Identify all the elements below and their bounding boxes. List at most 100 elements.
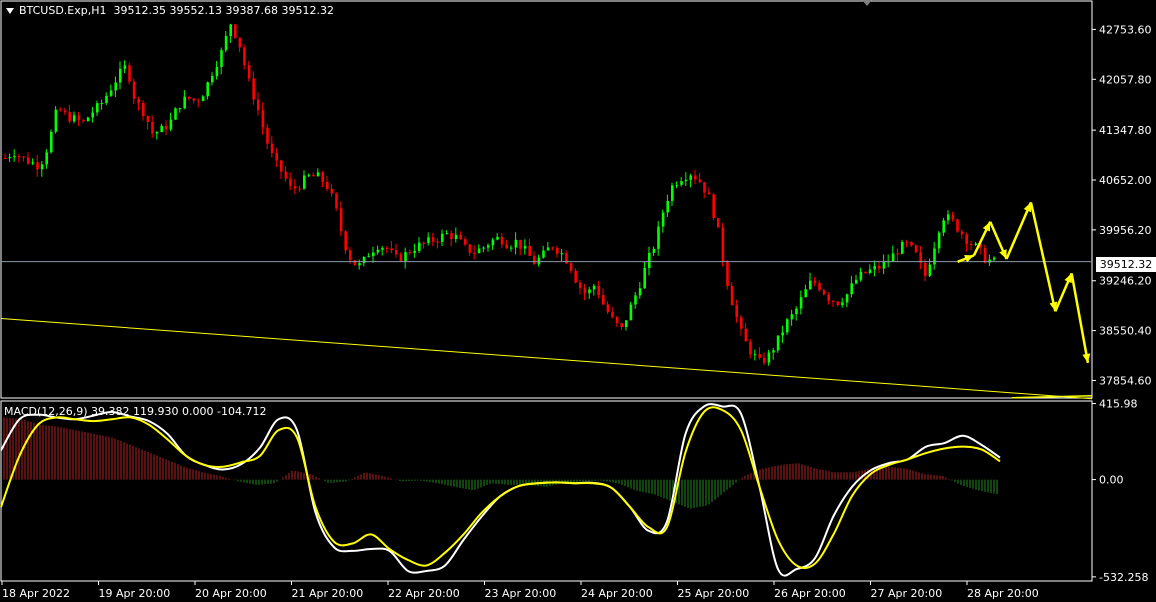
candle-body[interactable] — [956, 219, 959, 232]
candle-body[interactable] — [855, 279, 858, 284]
candle-body[interactable] — [735, 305, 738, 318]
candle-body[interactable] — [993, 257, 996, 260]
candle-body[interactable] — [767, 352, 771, 363]
candle-body[interactable] — [31, 162, 35, 164]
candle-body[interactable] — [183, 96, 186, 109]
candle-body[interactable] — [197, 100, 200, 102]
candle-body[interactable] — [703, 182, 706, 193]
candle-body[interactable] — [201, 96, 205, 102]
candle-body[interactable] — [206, 82, 209, 97]
candle-body[interactable] — [284, 171, 288, 179]
candle-body[interactable] — [795, 308, 798, 315]
candle-body[interactable] — [707, 192, 711, 195]
candle-body[interactable] — [257, 99, 260, 111]
candle-body[interactable] — [339, 208, 343, 232]
candle-body[interactable] — [114, 82, 117, 91]
candle-body[interactable] — [905, 241, 909, 243]
candle-body[interactable] — [372, 252, 375, 257]
candle-body[interactable] — [174, 108, 177, 120]
candle-body[interactable] — [450, 233, 453, 240]
candle-body[interactable] — [689, 175, 692, 180]
candle-body[interactable] — [13, 156, 16, 158]
candle-body[interactable] — [22, 156, 25, 158]
candle-body[interactable] — [753, 354, 757, 356]
candle-body[interactable] — [726, 261, 729, 286]
candle-body[interactable] — [473, 252, 476, 254]
candle-body[interactable] — [776, 335, 780, 351]
candle-body[interactable] — [321, 172, 324, 182]
candle-body[interactable] — [169, 119, 173, 130]
candle-body[interactable] — [625, 320, 628, 327]
candle-body[interactable] — [804, 289, 807, 298]
candle-body[interactable] — [744, 328, 748, 342]
candle-body[interactable] — [234, 24, 237, 38]
candle-body[interactable] — [698, 179, 702, 183]
candle-body[interactable] — [418, 242, 421, 251]
candle-body[interactable] — [588, 289, 591, 294]
candle-body[interactable] — [367, 256, 370, 258]
candle-body[interactable] — [891, 253, 895, 262]
candle-body[interactable] — [684, 179, 688, 182]
candle-body[interactable] — [772, 350, 775, 353]
candle-body[interactable] — [606, 304, 610, 313]
candle-body[interactable] — [165, 125, 168, 130]
candle-body[interactable] — [468, 244, 472, 253]
candle-body[interactable] — [146, 116, 150, 123]
candle-body[interactable] — [496, 236, 499, 240]
candle-body[interactable] — [487, 245, 490, 248]
candle-body[interactable] — [671, 185, 674, 201]
candle-body[interactable] — [68, 112, 71, 122]
candle-body[interactable] — [579, 282, 582, 288]
candle-body[interactable] — [431, 237, 435, 242]
candle-body[interactable] — [868, 269, 872, 273]
candle-body[interactable] — [261, 110, 265, 128]
candle-body[interactable] — [822, 290, 826, 295]
candle-body[interactable] — [224, 36, 228, 51]
candle-body[interactable] — [832, 300, 835, 302]
candle-body[interactable] — [574, 270, 577, 283]
candle-body[interactable] — [349, 250, 352, 261]
candle-body[interactable] — [298, 188, 301, 190]
candle-body[interactable] — [666, 200, 669, 213]
candle-body[interactable] — [40, 164, 44, 170]
candle-body[interactable] — [615, 316, 619, 324]
candle-body[interactable] — [583, 287, 587, 294]
candle-body[interactable] — [914, 245, 918, 253]
candle-body[interactable] — [229, 24, 232, 37]
candle-body[interactable] — [675, 184, 679, 186]
candle-body[interactable] — [27, 157, 30, 164]
candle-body[interactable] — [652, 248, 656, 253]
candle-body[interactable] — [280, 160, 283, 172]
candle-body[interactable] — [859, 271, 863, 280]
candle-body[interactable] — [730, 285, 734, 306]
candle-body[interactable] — [275, 153, 278, 161]
candle-body[interactable] — [763, 357, 766, 363]
candle-body[interactable] — [514, 239, 518, 248]
candle-body[interactable] — [717, 218, 720, 228]
candle-body[interactable] — [17, 156, 21, 158]
candle-body[interactable] — [786, 319, 789, 333]
candle-body[interactable] — [960, 231, 964, 235]
candle-body[interactable] — [413, 250, 416, 253]
candle-body[interactable] — [303, 175, 306, 189]
candle-body[interactable] — [8, 157, 12, 159]
candle-body[interactable] — [312, 174, 315, 177]
candle-body[interactable] — [188, 96, 191, 99]
candle-body[interactable] — [238, 37, 242, 48]
candle-body[interactable] — [362, 256, 366, 264]
candle-body[interactable] — [643, 268, 646, 289]
candle-body[interactable] — [983, 247, 987, 263]
candle-body[interactable] — [910, 242, 913, 246]
candle-body[interactable] — [45, 152, 48, 165]
candle-body[interactable] — [105, 95, 108, 104]
candle-body[interactable] — [4, 157, 7, 159]
chart-shift-marker-icon[interactable] — [862, 0, 872, 6]
candle-body[interactable] — [192, 98, 196, 101]
candle-body[interactable] — [850, 283, 853, 295]
candle-body[interactable] — [123, 65, 127, 69]
candle-body[interactable] — [330, 188, 334, 194]
candle-body[interactable] — [252, 78, 255, 100]
candle-body[interactable] — [813, 280, 817, 284]
candle-body[interactable] — [151, 122, 154, 134]
candle-body[interactable] — [965, 234, 968, 245]
